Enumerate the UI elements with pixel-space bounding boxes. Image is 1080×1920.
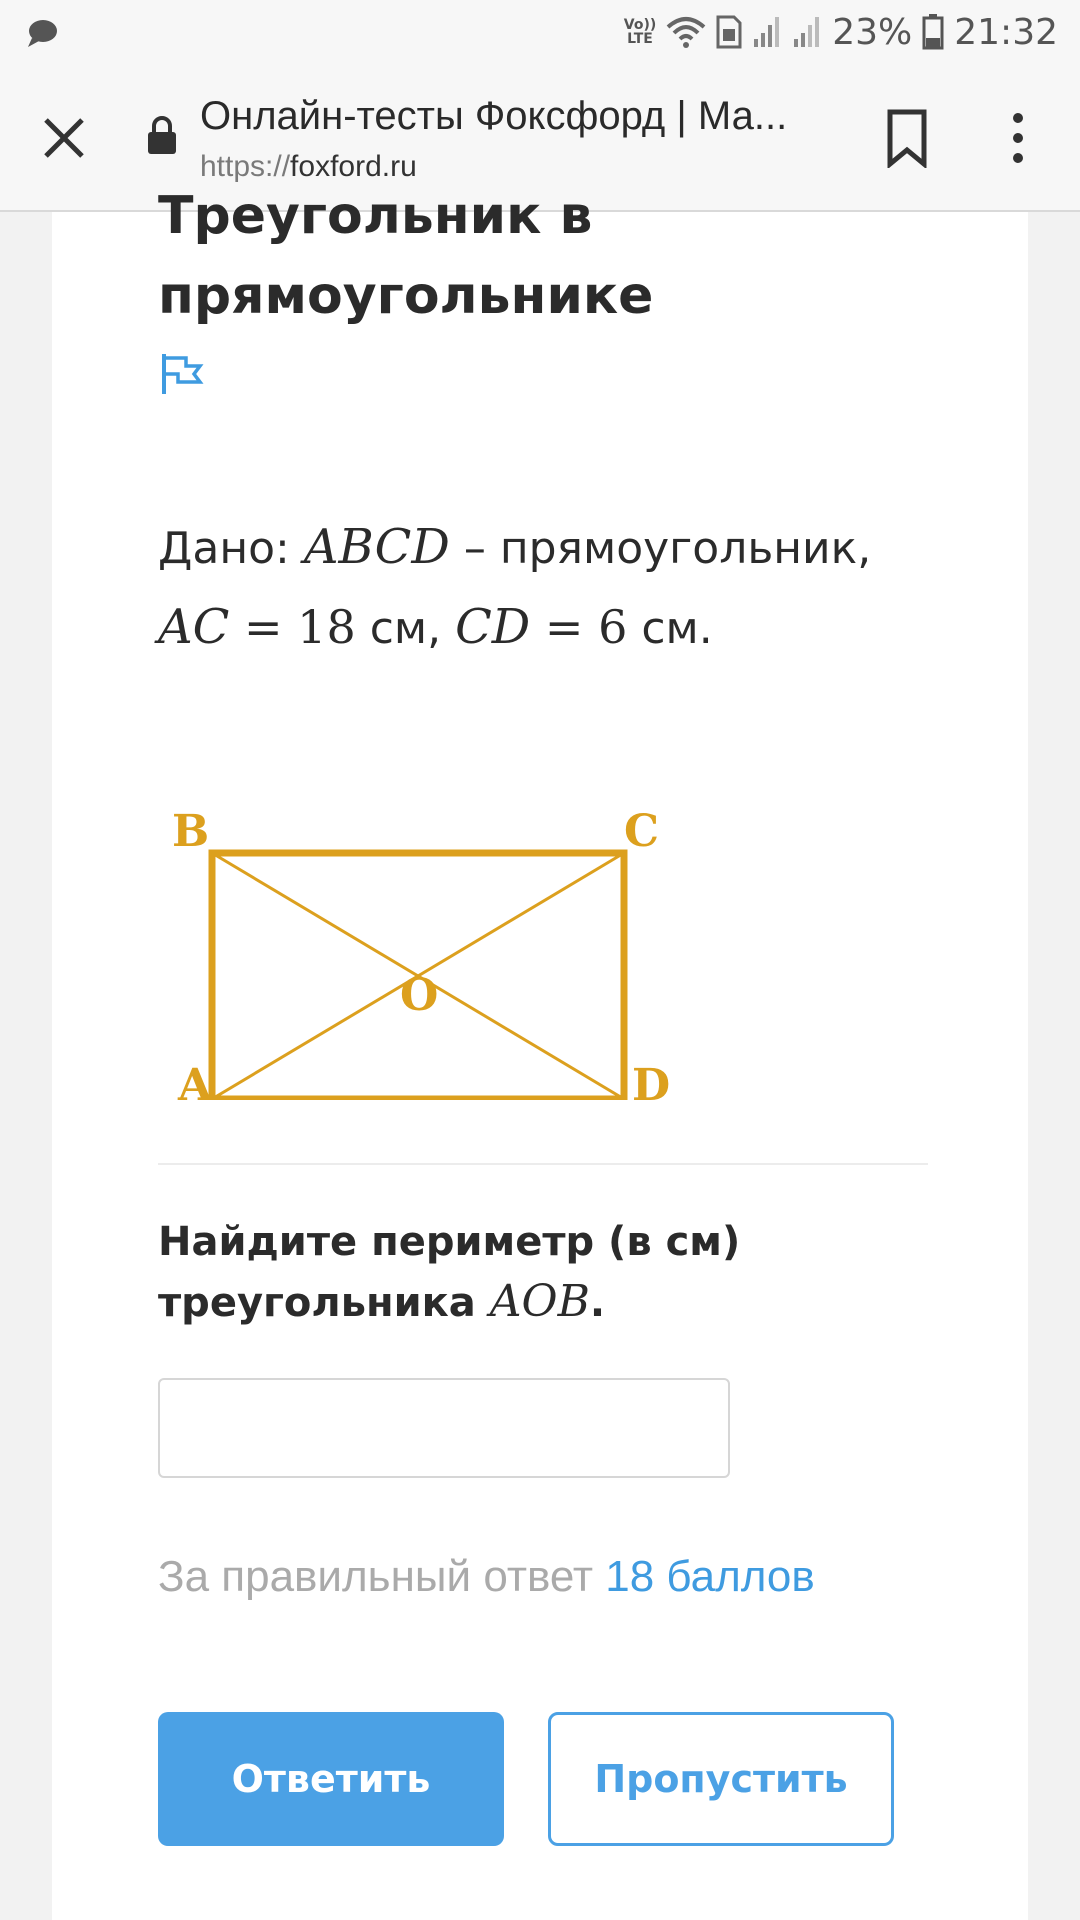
signal-icon-2	[794, 17, 820, 47]
sim-icon	[716, 15, 742, 49]
flag-icon[interactable]	[160, 352, 204, 396]
battery-icon	[922, 14, 944, 50]
divider	[158, 1163, 928, 1165]
bookmark-icon[interactable]	[882, 108, 932, 168]
points-info: За правильный ответ 18 баллов	[158, 1552, 815, 1601]
label-b: B	[172, 806, 209, 857]
clock: 21:32	[954, 11, 1058, 53]
skip-button[interactable]: Пропустить	[548, 1712, 894, 1846]
signal-icon-1	[754, 17, 780, 47]
problem-heading: Треугольник в прямоугольнике	[158, 186, 654, 326]
message-icon	[28, 20, 57, 47]
volte-indicator: Vo)) LTE	[623, 17, 657, 47]
wifi-icon	[666, 17, 706, 48]
lock-icon	[148, 116, 176, 154]
close-icon[interactable]	[36, 110, 92, 166]
label-c: C	[624, 806, 659, 857]
page-title: Онлайн-тесты Фоксфорд | Ма...	[200, 94, 788, 138]
answer-input[interactable]	[158, 1378, 730, 1478]
problem-given: Дано: ABCD – прямоугольник, AC = 18 см, …	[158, 519, 872, 655]
label-o: O	[400, 970, 438, 1021]
question-text: Найдите периметр (в см) треугольника AOB…	[158, 1219, 741, 1327]
label-d: D	[632, 1060, 670, 1100]
status-bar: Vo)) LTE 23% 21:32	[0, 0, 1080, 64]
answer-button[interactable]: Ответить	[158, 1712, 504, 1846]
points-value: 18 баллов	[605, 1552, 815, 1601]
rectangle-diagram: B C O A D	[172, 806, 670, 1100]
problem-card: Треугольник в прямоугольнике Дано: ABCD …	[52, 186, 1028, 1920]
label-a: A	[177, 1060, 213, 1100]
more-options-icon[interactable]	[1000, 108, 1036, 168]
battery-percent: 23%	[832, 11, 913, 53]
